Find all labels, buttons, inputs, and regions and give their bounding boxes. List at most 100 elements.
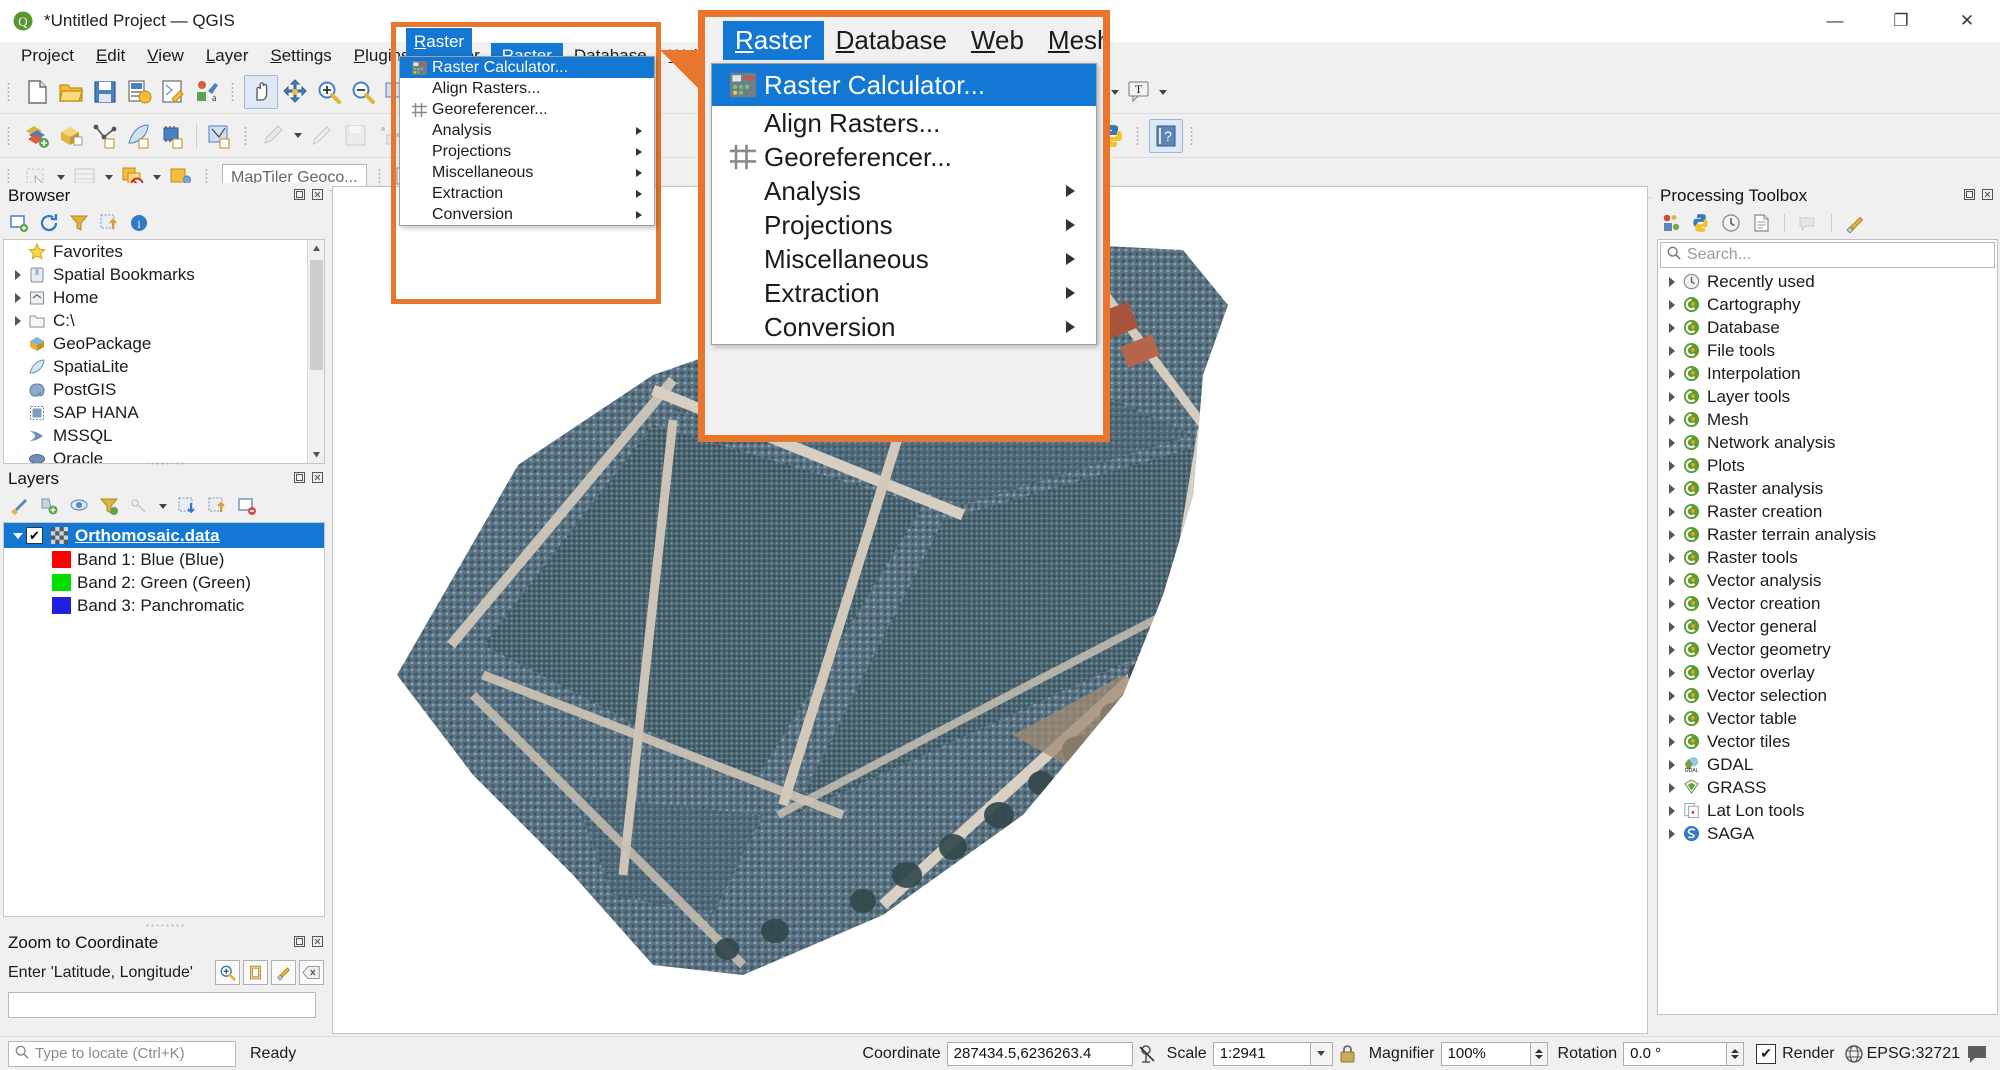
add-model-icon[interactable] — [1795, 211, 1821, 235]
toolbar-grip-8[interactable] — [1134, 124, 1144, 148]
crs-label[interactable]: EPSG:32721 — [1867, 1045, 1960, 1063]
raster-menu-item-miscellaneous[interactable]: Miscellaneous — [400, 162, 654, 183]
toolbox-item-mesh[interactable]: Mesh — [1658, 408, 1997, 431]
label-toolbar-dropdown-1[interactable] — [1108, 75, 1122, 109]
expand-arrow[interactable] — [1664, 622, 1680, 632]
expand-arrow[interactable] — [1664, 323, 1680, 333]
current-edits-icon[interactable] — [257, 119, 291, 153]
messages-log-icon[interactable] — [1964, 1044, 1990, 1064]
scale-value[interactable]: 1:2941 — [1212, 1041, 1311, 1066]
expand-arrow[interactable] — [1664, 530, 1680, 540]
results-viewer-icon[interactable] — [1748, 211, 1774, 235]
help-icon[interactable]: ? — [1149, 119, 1183, 153]
zoom-menu-mesh[interactable]: Mesh — [1036, 21, 1103, 60]
crs-globe-icon[interactable] — [1841, 1044, 1867, 1064]
zoom-raster-menu-popup[interactable]: Raster Calculator... Align Rasters... Ge… — [711, 63, 1097, 345]
menu-project[interactable]: Project — [10, 43, 85, 69]
ztc-float-icon[interactable] — [292, 934, 306, 948]
browser-float-icon[interactable] — [292, 187, 306, 201]
collapse-arrow[interactable] — [10, 533, 26, 539]
toolbox-item-file-tools[interactable]: File tools — [1658, 339, 1997, 362]
zoom-menu-web[interactable]: Web — [959, 21, 1036, 60]
browser-item-sap-hana[interactable]: SAP HANA — [4, 401, 324, 424]
minimize-button[interactable]: — — [1802, 0, 1868, 42]
expand-arrow[interactable] — [1664, 300, 1680, 310]
expand-arrow[interactable] — [1664, 461, 1680, 471]
toggle-coordinate-capture-icon[interactable] — [1133, 1044, 1161, 1064]
close-button[interactable]: ✕ — [1934, 0, 2000, 42]
add-mesh-layer-icon[interactable] — [88, 119, 122, 153]
open-style-manager-icon[interactable] — [6, 494, 32, 518]
toolbox-item-recently-used[interactable]: Recently used — [1658, 270, 1997, 293]
panel-splitter-2[interactable] — [0, 921, 330, 929]
zoom-menu-item-align-rasters[interactable]: Align Rasters... — [712, 106, 1096, 140]
expand-arrow[interactable] — [1664, 484, 1680, 494]
toolbox-item-cartography[interactable]: Cartography — [1658, 293, 1997, 316]
run-model-icon[interactable] — [1658, 211, 1684, 235]
toolbox-item-vector-geometry[interactable]: Vector geometry — [1658, 638, 1997, 661]
zoom-menu-item-raster-calculator[interactable]: Raster Calculator... — [712, 64, 1096, 106]
scale-dropdown-arrow[interactable] — [1310, 1041, 1333, 1066]
zoom-out-icon[interactable] — [346, 75, 380, 109]
toolbox-item-vector-selection[interactable]: Vector selection — [1658, 684, 1997, 707]
scrollbar-thumb[interactable] — [310, 260, 323, 370]
expand-arrow[interactable] — [10, 316, 26, 326]
ztc-close-icon[interactable] — [310, 934, 324, 948]
raster-menu-item-conversion[interactable]: Conversion — [400, 204, 654, 225]
clear-icon[interactable] — [299, 960, 324, 985]
zoom-menu-item-miscellaneous[interactable]: Miscellaneous — [712, 242, 1096, 276]
layer-band-row[interactable]: Band 1: Blue (Blue) — [4, 548, 324, 571]
filter-icon[interactable] — [66, 211, 92, 235]
processing-search-box[interactable]: Search... — [1660, 242, 1995, 268]
new-project-icon[interactable] — [20, 75, 54, 109]
add-group-icon[interactable] — [36, 494, 62, 518]
expand-arrow[interactable] — [1664, 737, 1680, 747]
locator-search-input[interactable]: Type to locate (Ctrl+K) — [8, 1040, 236, 1067]
save-project-as-icon[interactable] — [122, 75, 156, 109]
browser-item-spatialite[interactable]: SpatiaLite — [4, 355, 324, 378]
toolbox-item-vector-analysis[interactable]: Vector analysis — [1658, 569, 1997, 592]
toolbox-item-raster-terrain-analysis[interactable]: Raster terrain analysis — [1658, 523, 1997, 546]
toolbox-item-vector-table[interactable]: Vector table — [1658, 707, 1997, 730]
expand-arrow[interactable] — [1664, 346, 1680, 356]
zoom-to-coordinate-input[interactable] — [8, 992, 316, 1018]
toolbox-item-raster-tools[interactable]: Raster tools — [1658, 546, 1997, 569]
save-layer-edits-icon[interactable] — [339, 119, 373, 153]
browser-item-c-drive[interactable]: C:\ — [4, 309, 324, 332]
raster-menu-item-analysis[interactable]: Analysis — [400, 120, 654, 141]
browser-item-mssql[interactable]: MSSQL — [4, 424, 324, 447]
expand-all-icon[interactable] — [174, 494, 200, 518]
current-edits-dropdown[interactable] — [291, 119, 305, 153]
expand-arrow[interactable] — [10, 270, 26, 280]
toolbox-item-lat-lon-tools[interactable]: Lat Lon tools — [1658, 799, 1997, 822]
browser-item-geopackage[interactable]: GeoPackage — [4, 332, 324, 355]
expand-arrow[interactable] — [1664, 829, 1680, 839]
menu-edit[interactable]: Edit — [85, 43, 136, 69]
browser-item-postgis[interactable]: PostGIS — [4, 378, 324, 401]
toolbox-item-vector-overlay[interactable]: Vector overlay — [1658, 661, 1997, 684]
toolbox-float-icon[interactable] — [1962, 187, 1976, 201]
new-virtual-layer-icon[interactable] — [203, 119, 237, 153]
layers-close-icon[interactable] — [310, 470, 324, 484]
edit-symbol-dropdown[interactable] — [156, 489, 170, 523]
raster-menu-item-extraction[interactable]: Extraction — [400, 183, 654, 204]
toggle-editing-icon[interactable] — [305, 119, 339, 153]
menu-settings[interactable]: Settings — [259, 43, 342, 69]
expand-arrow[interactable] — [1664, 691, 1680, 701]
scroll-up-arrow[interactable] — [308, 240, 324, 257]
edit-symbol-icon[interactable] — [126, 494, 152, 518]
expand-arrow[interactable] — [1664, 668, 1680, 678]
style-manager-icon[interactable]: a — [190, 75, 224, 109]
python-console-icon[interactable] — [1688, 211, 1714, 235]
toolbox-item-grass[interactable]: GRASS — [1658, 776, 1997, 799]
browser-scrollbar[interactable] — [307, 240, 324, 463]
layer-band-row[interactable]: Band 2: Green (Green) — [4, 571, 324, 594]
render-checkbox[interactable]: ✔ — [1756, 1043, 1777, 1064]
expand-arrow[interactable] — [1664, 645, 1680, 655]
toolbox-close-icon[interactable] — [1980, 187, 1994, 201]
toolbox-item-interpolation[interactable]: Interpolation — [1658, 362, 1997, 385]
history-icon[interactable] — [1718, 211, 1744, 235]
expand-arrow[interactable] — [10, 293, 26, 303]
browser-close-icon[interactable] — [310, 187, 324, 201]
toolbox-item-raster-analysis[interactable]: Raster analysis — [1658, 477, 1997, 500]
